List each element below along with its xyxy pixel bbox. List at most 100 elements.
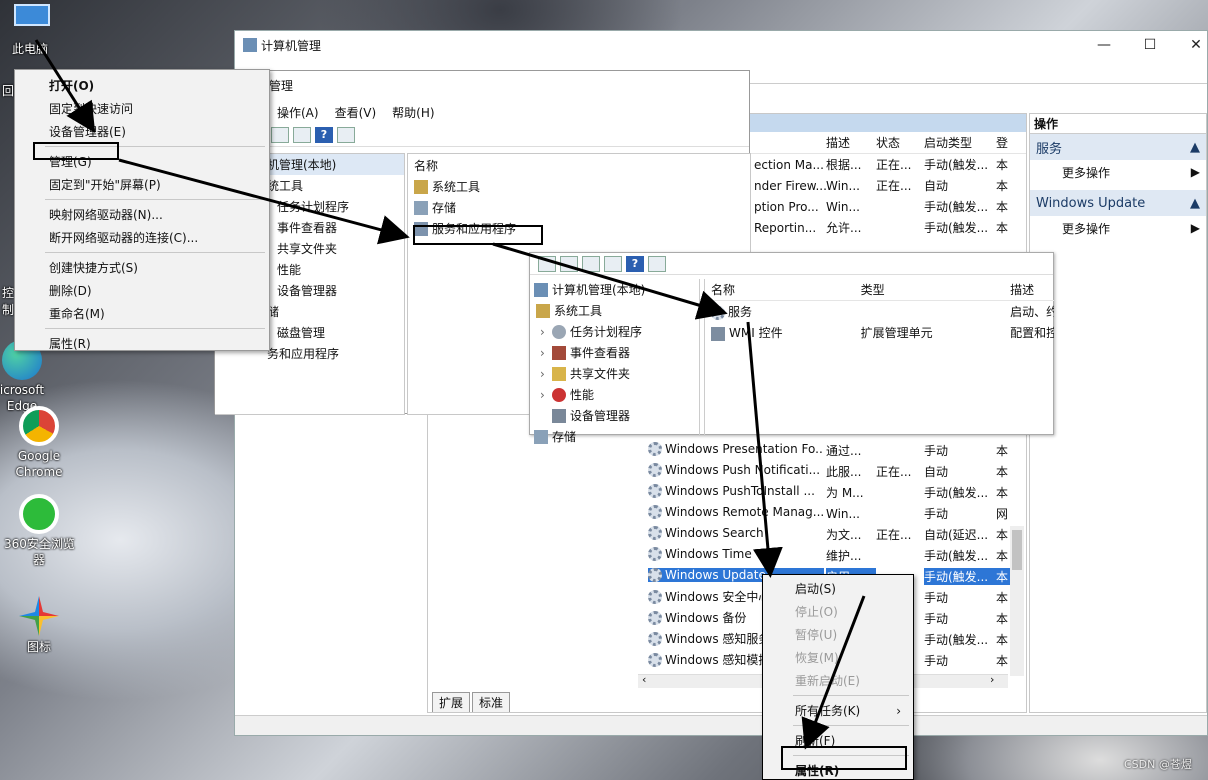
menu-item-label: 重新启动(E) — [795, 674, 860, 688]
table-row[interactable]: Windows Presentation Fo... 通过... 手动本 — [428, 440, 1026, 461]
desktop-menu-item[interactable]: 删除(D) — [15, 279, 269, 302]
service-menu-item[interactable]: 所有任务(K) › — [763, 699, 913, 722]
col-status[interactable]: 状态 — [876, 134, 924, 151]
list-item-services[interactable]: 服务 启动、约 — [705, 301, 1054, 322]
this-pc-icon[interactable] — [0, 0, 60, 30]
desktop-menu-item[interactable]: 创建快捷方式(S) — [15, 256, 269, 279]
table-row[interactable]: Windows Search 为文... 正在... 自动(延迟... 本 — [428, 524, 1026, 545]
menu-help[interactable]: 帮助(H) — [392, 104, 434, 121]
collapse-icon: ▲ — [1190, 195, 1200, 211]
service-name: Windows Remote Manag... — [665, 504, 824, 519]
table-row[interactable]: Windows Time 维护... 手动(触发... 本 — [428, 545, 1026, 566]
status-bar — [235, 715, 1207, 735]
pinwheel-desktop-icon[interactable]: 图标 — [4, 596, 74, 655]
row-desc: 配置和控 — [1010, 326, 1054, 340]
cell-logon: 本 — [996, 444, 1009, 458]
collapse-icon: ▲ — [1190, 139, 1200, 155]
maximize-button[interactable]: ☐ — [1127, 31, 1173, 59]
desktop-menu-item[interactable]: 设备管理器(E) — [15, 120, 269, 143]
cell-startup: 手动 — [924, 591, 949, 605]
list-item-storage[interactable]: 存储 — [408, 197, 750, 218]
more-actions-services[interactable]: 更多操作 ▶ — [1030, 160, 1206, 184]
table-row[interactable]: Windows 感知服务 手动(触发... 本 — [428, 629, 1026, 650]
360-browser-desktop-icon[interactable]: 360安全浏览 器 — [4, 494, 75, 568]
minimize-button[interactable]: — — [1081, 31, 1127, 59]
tree-device-manager-label: 设备管理器 — [570, 409, 631, 423]
gear-icon — [648, 484, 662, 499]
menu-item-label: 暂停(U) — [795, 628, 838, 642]
folder-icon[interactable] — [560, 255, 578, 272]
cell-startup: 手动 — [924, 507, 949, 521]
properties-icon[interactable] — [648, 255, 666, 272]
tree-device-manager[interactable]: 设备管理器 — [530, 405, 699, 426]
menu-view[interactable]: 查看(V) — [335, 104, 377, 121]
name-column-header[interactable]: 名称 — [408, 154, 750, 176]
table-row[interactable]: Windows 安全中心 手动 本 — [428, 587, 1026, 608]
tree-performance[interactable]: › 性能 — [530, 384, 699, 405]
shared-folder-icon — [552, 366, 566, 381]
tree-storage[interactable]: 存储 — [530, 426, 699, 447]
tab-extended[interactable]: 扩展 — [432, 692, 471, 712]
tab-standard[interactable]: 标准 — [472, 692, 511, 712]
vertical-scrollbar[interactable] — [1010, 526, 1024, 676]
col-logon[interactable]: 登 — [996, 134, 1010, 151]
table-row[interactable]: Windows 感知模拟 手动 本 — [428, 650, 1026, 671]
desktop-menu-item[interactable]: 断开网络驱动器的连接(C)... — [15, 226, 269, 249]
export-icon[interactable] — [293, 126, 311, 143]
cell-logon: 本 — [996, 179, 1009, 193]
cell-startup: 手动(触发... — [924, 549, 989, 563]
scroll-left-icon[interactable]: ‹ — [642, 673, 646, 686]
cell-desc: 维护... — [826, 549, 862, 563]
cell-logon: 本 — [996, 465, 1009, 479]
desktop-menu-item[interactable]: 属性(R) — [15, 332, 269, 355]
actions-section-windows-update[interactable]: Windows Update ▲ — [1030, 190, 1206, 216]
show-tree-icon[interactable] — [271, 126, 289, 143]
toolbar: ? — [215, 123, 749, 147]
tree-shared-folders[interactable]: › 共享文件夹 — [530, 363, 699, 384]
table-row[interactable]: Windows Push Notificati... 此服... 正在... 自动 本 — [428, 461, 1026, 482]
tree-root[interactable]: 计算机管理(本地) — [530, 279, 699, 300]
menu-item-label: 恢复(M) — [795, 651, 839, 665]
desktop-menu-item[interactable]: 映射网络驱动器(N)... — [15, 203, 269, 226]
cell-startup: 自动(延迟... — [924, 528, 989, 542]
table-row[interactable]: Windows PushToInstall ... 为 M... 手动(触发... 本 — [428, 482, 1026, 503]
cell-logon: 本 — [996, 568, 1010, 585]
table-row[interactable]: Windows 备份 手动 本 — [428, 608, 1026, 629]
storage-icon — [414, 200, 428, 215]
desktop-menu-item[interactable]: 重命名(M) — [15, 302, 269, 325]
scroll-right-icon[interactable]: › — [990, 673, 994, 686]
table-row[interactable]: Windows Remote Manag... Win... 手动 网 — [428, 503, 1026, 524]
show-tree-icon[interactable] — [582, 255, 600, 272]
help-icon[interactable]: ? — [315, 126, 333, 143]
properties-icon[interactable] — [337, 126, 355, 143]
help-icon[interactable]: ? — [626, 255, 644, 272]
export-icon[interactable] — [604, 255, 622, 272]
storage-icon — [534, 429, 548, 444]
list-item-wmi[interactable]: WMI 控件 扩展管理单元 配置和控 — [705, 322, 1054, 343]
cell-startup: 手动(触发... — [924, 486, 989, 500]
service-menu-item[interactable]: 启动(S) — [763, 577, 913, 600]
app-icon — [243, 38, 257, 52]
tree-event-viewer[interactable]: › 事件查看器 — [530, 342, 699, 363]
desktop-menu-item[interactable]: 固定到"开始"屏幕(P) — [15, 173, 269, 196]
chrome-desktop-icon[interactable]: Google Chrome — [4, 406, 74, 480]
more-actions-windows-update[interactable]: 更多操作 ▶ — [1030, 216, 1206, 240]
table-row[interactable]: Windows Update启用...手动(触发...本 — [428, 566, 1026, 587]
col-desc[interactable]: 描述 — [826, 134, 876, 151]
tree-system-tools[interactable]: 系统工具 — [530, 300, 699, 321]
menu-item-label: 停止(O) — [795, 605, 838, 619]
col-startup[interactable]: 启动类型 — [924, 134, 996, 151]
list-item-system-tools[interactable]: 系统工具 — [408, 176, 750, 197]
scrollbar-thumb[interactable] — [1012, 530, 1022, 570]
desktop-menu-item[interactable]: 打开(O) — [15, 74, 269, 97]
actions-section-services[interactable]: 服务 ▲ — [1030, 134, 1206, 160]
col-name[interactable]: 名称 — [711, 281, 861, 298]
close-button[interactable]: ✕ — [1173, 31, 1208, 59]
menu-action[interactable]: 操作(A) — [277, 104, 319, 121]
tree-task-scheduler[interactable]: › 任务计划程序 — [530, 321, 699, 342]
tree-system-tools-label: 系统工具 — [554, 304, 603, 318]
col-type[interactable]: 类型 — [861, 281, 1011, 298]
col-desc[interactable]: 描述 — [1010, 281, 1054, 298]
forward-icon[interactable] — [538, 255, 556, 272]
desktop-menu-item[interactable]: 固定到快速访问 — [15, 97, 269, 120]
